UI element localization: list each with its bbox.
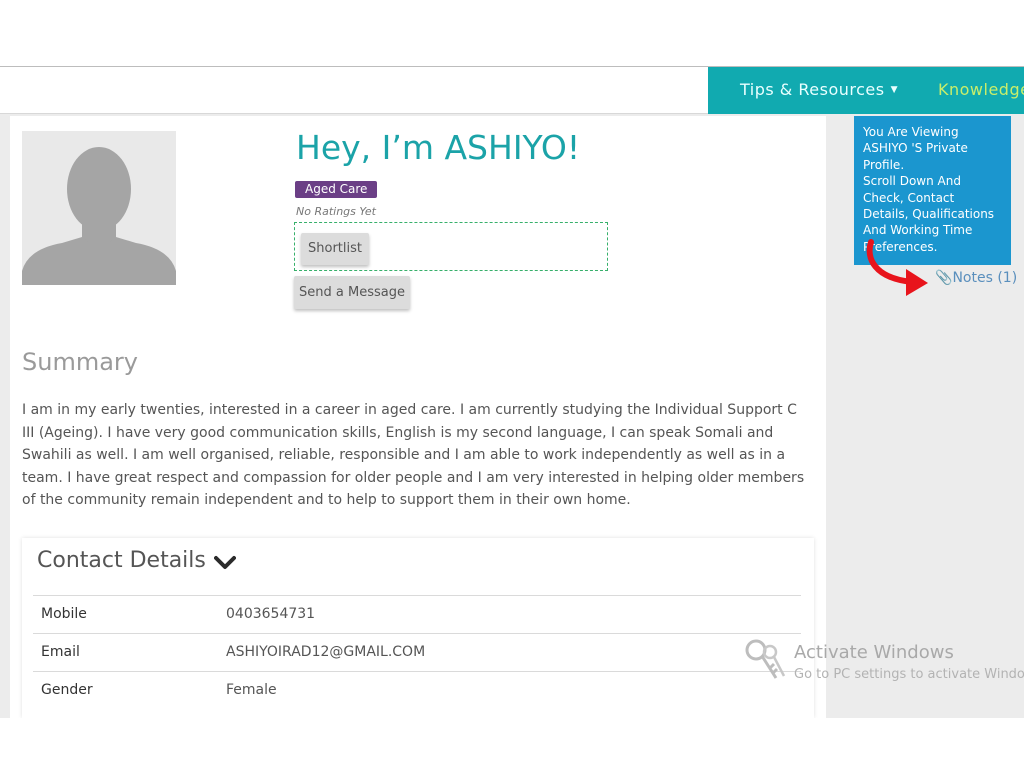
avatar (22, 131, 176, 285)
key-icon (745, 639, 786, 679)
tooltip-line: And Working Time (863, 223, 973, 238)
nav-knowledge[interactable]: Knowledge (938, 80, 1024, 99)
contact-row-email: Email ASHIYOIRAD12@GMAIL.COM (33, 633, 801, 671)
contact-value: ASHIYOIRAD12@GMAIL.COM (226, 644, 426, 660)
tooltip-line: Check, Contact (863, 190, 955, 205)
paperclip-icon: 📎 (935, 270, 953, 286)
chevron-down-icon[interactable] (214, 555, 236, 571)
summary-heading: Summary (22, 348, 138, 376)
tooltip-line: Details, Qualifications (863, 207, 995, 222)
tooltip-line: You Are Viewing (863, 125, 959, 139)
tooltip-line: ASHIYO 'S Private (863, 141, 968, 156)
nav-knowledge-label: Knowledge (938, 80, 1024, 99)
avatar-placeholder-icon (22, 131, 176, 285)
contact-value: 0403654731 (226, 606, 316, 622)
category-badge: Aged Care (295, 181, 378, 198)
pointer-arrow-icon (866, 239, 928, 296)
notes-link[interactable]: 📎Notes (1) (935, 270, 1017, 286)
caret-down-icon: ▼ (890, 85, 898, 95)
window-bottom-area (0, 718, 1024, 768)
shortlist-button[interactable]: Shortlist (301, 233, 369, 265)
nav-tips-label: Tips & Resources (740, 80, 885, 99)
ratings-status: No Ratings Yet (296, 205, 376, 218)
activate-windows-watermark: Activate Windows Go to PC settings to ac… (744, 636, 1024, 696)
contact-label: Mobile (41, 606, 87, 622)
top-navbar: Tips & Resources ▼ Knowledge (0, 66, 1024, 114)
contact-details-heading[interactable]: Contact Details (37, 548, 206, 573)
contact-label: Email (41, 644, 80, 660)
nav-tips-resources[interactable]: Tips & Resources ▼ (740, 80, 898, 99)
summary-text: I am in my early twenties, interested in… (22, 402, 805, 508)
watermark-subtitle: Go to PC settings to activate Windows. (794, 667, 1024, 682)
window-top-area (0, 0, 1024, 66)
contact-label: Gender (41, 682, 93, 698)
contact-row-mobile: Mobile 0403654731 (33, 595, 801, 633)
contact-value: Female (226, 682, 277, 698)
send-message-button[interactable]: Send a Message (294, 276, 410, 309)
nav-teal-section: Tips & Resources ▼ Knowledge (708, 67, 1024, 114)
tooltip-line: Profile. (863, 157, 905, 172)
notes-label: Notes (1) (952, 270, 1018, 286)
tooltip-line: Scroll Down And (863, 174, 961, 189)
watermark-title: Activate Windows (794, 642, 954, 663)
contact-details-panel: Contact Details Mobile 0403654731 Email … (22, 538, 814, 718)
page-title: Hey, I’m ASHIYO! (296, 128, 581, 167)
contact-row-gender: Gender Female (33, 671, 801, 709)
